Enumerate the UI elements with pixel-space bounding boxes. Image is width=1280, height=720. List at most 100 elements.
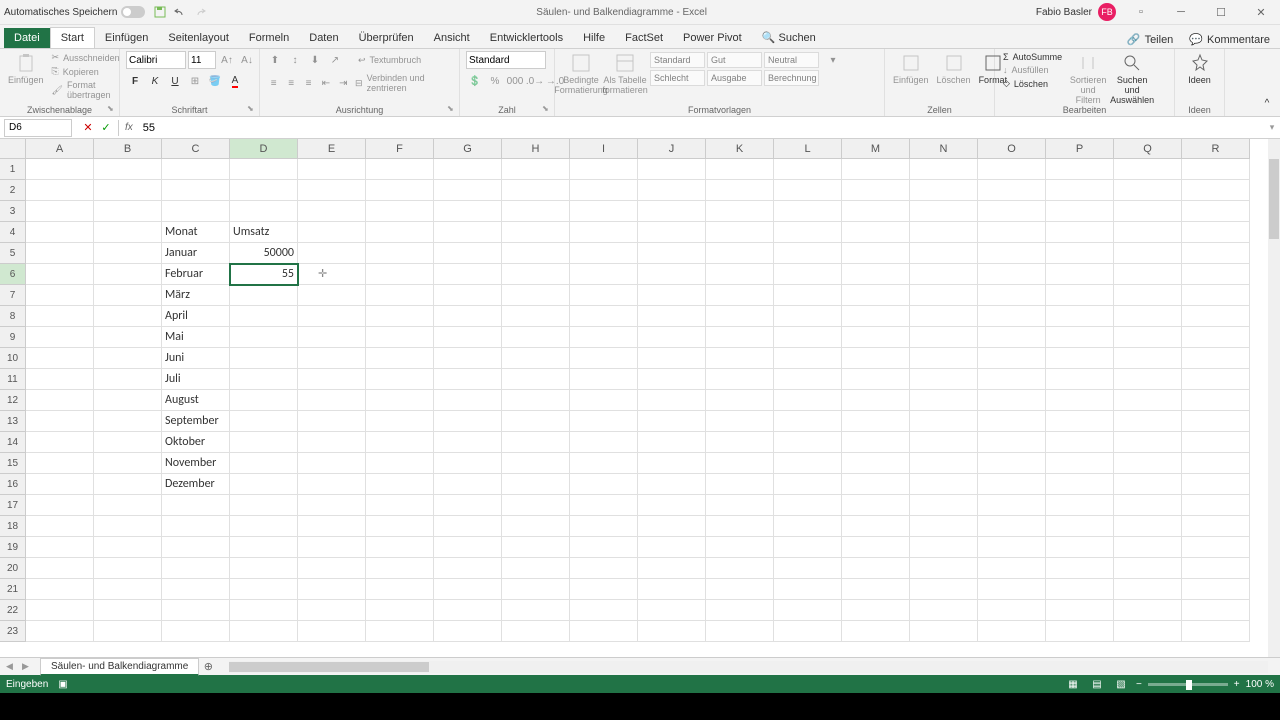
cell-R17[interactable] — [1182, 495, 1250, 516]
cell-B22[interactable] — [94, 600, 162, 621]
cell-D12[interactable] — [230, 390, 298, 411]
cell-Q4[interactable] — [1114, 222, 1182, 243]
cell-D19[interactable] — [230, 537, 298, 558]
cell-J16[interactable] — [638, 474, 706, 495]
cell-R21[interactable] — [1182, 579, 1250, 600]
cell-D17[interactable] — [230, 495, 298, 516]
cell-Q13[interactable] — [1114, 411, 1182, 432]
close-button[interactable]: ✕ — [1246, 2, 1276, 22]
cell-I11[interactable] — [570, 369, 638, 390]
share-button[interactable]: 🔗 Teilen — [1121, 31, 1179, 48]
cell-E9[interactable] — [298, 327, 366, 348]
cell-B3[interactable] — [94, 201, 162, 222]
cell-R3[interactable] — [1182, 201, 1250, 222]
cell-C11[interactable]: Juli — [162, 369, 230, 390]
cell-A4[interactable] — [26, 222, 94, 243]
cell-E23[interactable] — [298, 621, 366, 642]
cell-K9[interactable] — [706, 327, 774, 348]
align-left-icon[interactable]: ≡ — [266, 74, 281, 92]
sort-filter-button[interactable]: Sortieren und Filtern — [1068, 51, 1108, 107]
cell-I5[interactable] — [570, 243, 638, 264]
cell-O15[interactable] — [978, 453, 1046, 474]
tab-start[interactable]: Start — [50, 27, 95, 48]
cell-F12[interactable] — [366, 390, 434, 411]
cell-M9[interactable] — [842, 327, 910, 348]
cell-N12[interactable] — [910, 390, 978, 411]
delete-cells-button[interactable]: Löschen — [935, 51, 973, 87]
cell-H12[interactable] — [502, 390, 570, 411]
cell-B2[interactable] — [94, 180, 162, 201]
cell-C7[interactable]: März — [162, 285, 230, 306]
cell-C14[interactable]: Oktober — [162, 432, 230, 453]
cell-N11[interactable] — [910, 369, 978, 390]
cell-J22[interactable] — [638, 600, 706, 621]
cell-N10[interactable] — [910, 348, 978, 369]
cell-G7[interactable] — [434, 285, 502, 306]
cell-C21[interactable] — [162, 579, 230, 600]
cell-L6[interactable] — [774, 264, 842, 285]
cell-Q15[interactable] — [1114, 453, 1182, 474]
currency-icon[interactable]: 💲 — [466, 72, 484, 90]
row-header-17[interactable]: 17 — [0, 495, 26, 516]
cell-A8[interactable] — [26, 306, 94, 327]
tab-developer[interactable]: Entwicklertools — [480, 28, 573, 48]
cell-M15[interactable] — [842, 453, 910, 474]
cell-L19[interactable] — [774, 537, 842, 558]
cell-R23[interactable] — [1182, 621, 1250, 642]
sheet-nav-next[interactable]: ▶ — [22, 661, 34, 672]
cell-O19[interactable] — [978, 537, 1046, 558]
find-select-button[interactable]: Suchen und Auswählen — [1112, 51, 1152, 107]
cell-F10[interactable] — [366, 348, 434, 369]
grow-font-icon[interactable]: A↑ — [218, 51, 236, 69]
align-top-icon[interactable]: ⬆ — [266, 51, 284, 69]
cell-P18[interactable] — [1046, 516, 1114, 537]
cell-R15[interactable] — [1182, 453, 1250, 474]
style-standard[interactable]: Standard — [650, 52, 705, 68]
cell-M19[interactable] — [842, 537, 910, 558]
cell-H3[interactable] — [502, 201, 570, 222]
cell-B12[interactable] — [94, 390, 162, 411]
name-box[interactable] — [4, 119, 72, 137]
cell-N15[interactable] — [910, 453, 978, 474]
cell-E15[interactable] — [298, 453, 366, 474]
cell-L2[interactable] — [774, 180, 842, 201]
cell-E13[interactable] — [298, 411, 366, 432]
cell-N7[interactable] — [910, 285, 978, 306]
cell-L22[interactable] — [774, 600, 842, 621]
cell-K3[interactable] — [706, 201, 774, 222]
cell-K13[interactable] — [706, 411, 774, 432]
cell-G2[interactable] — [434, 180, 502, 201]
minimize-button[interactable]: ─ — [1166, 2, 1196, 22]
undo-icon[interactable] — [173, 5, 187, 19]
cell-E7[interactable] — [298, 285, 366, 306]
cell-P5[interactable] — [1046, 243, 1114, 264]
cell-B17[interactable] — [94, 495, 162, 516]
cell-R16[interactable] — [1182, 474, 1250, 495]
cell-G8[interactable] — [434, 306, 502, 327]
cell-D5[interactable]: 50000 — [230, 243, 298, 264]
cell-E6[interactable] — [298, 264, 366, 285]
cell-M2[interactable] — [842, 180, 910, 201]
cell-R12[interactable] — [1182, 390, 1250, 411]
maximize-button[interactable]: ☐ — [1206, 2, 1236, 22]
cell-C1[interactable] — [162, 159, 230, 180]
cell-A23[interactable] — [26, 621, 94, 642]
tab-layout[interactable]: Seitenlayout — [158, 28, 239, 48]
cell-C23[interactable] — [162, 621, 230, 642]
cell-L8[interactable] — [774, 306, 842, 327]
cell-H17[interactable] — [502, 495, 570, 516]
cell-R5[interactable] — [1182, 243, 1250, 264]
format-table-button[interactable]: Als Tabelle formatieren — [605, 51, 645, 97]
col-header-B[interactable]: B — [94, 139, 162, 159]
cell-H11[interactable] — [502, 369, 570, 390]
cell-C5[interactable]: Januar — [162, 243, 230, 264]
search-box[interactable]: 🔍 Suchen — [752, 27, 826, 48]
cell-L17[interactable] — [774, 495, 842, 516]
cell-G22[interactable] — [434, 600, 502, 621]
cell-E2[interactable] — [298, 180, 366, 201]
cell-D7[interactable] — [230, 285, 298, 306]
cell-B9[interactable] — [94, 327, 162, 348]
comma-icon[interactable]: 000 — [506, 72, 524, 90]
formula-input[interactable] — [139, 119, 1264, 137]
cell-G16[interactable] — [434, 474, 502, 495]
